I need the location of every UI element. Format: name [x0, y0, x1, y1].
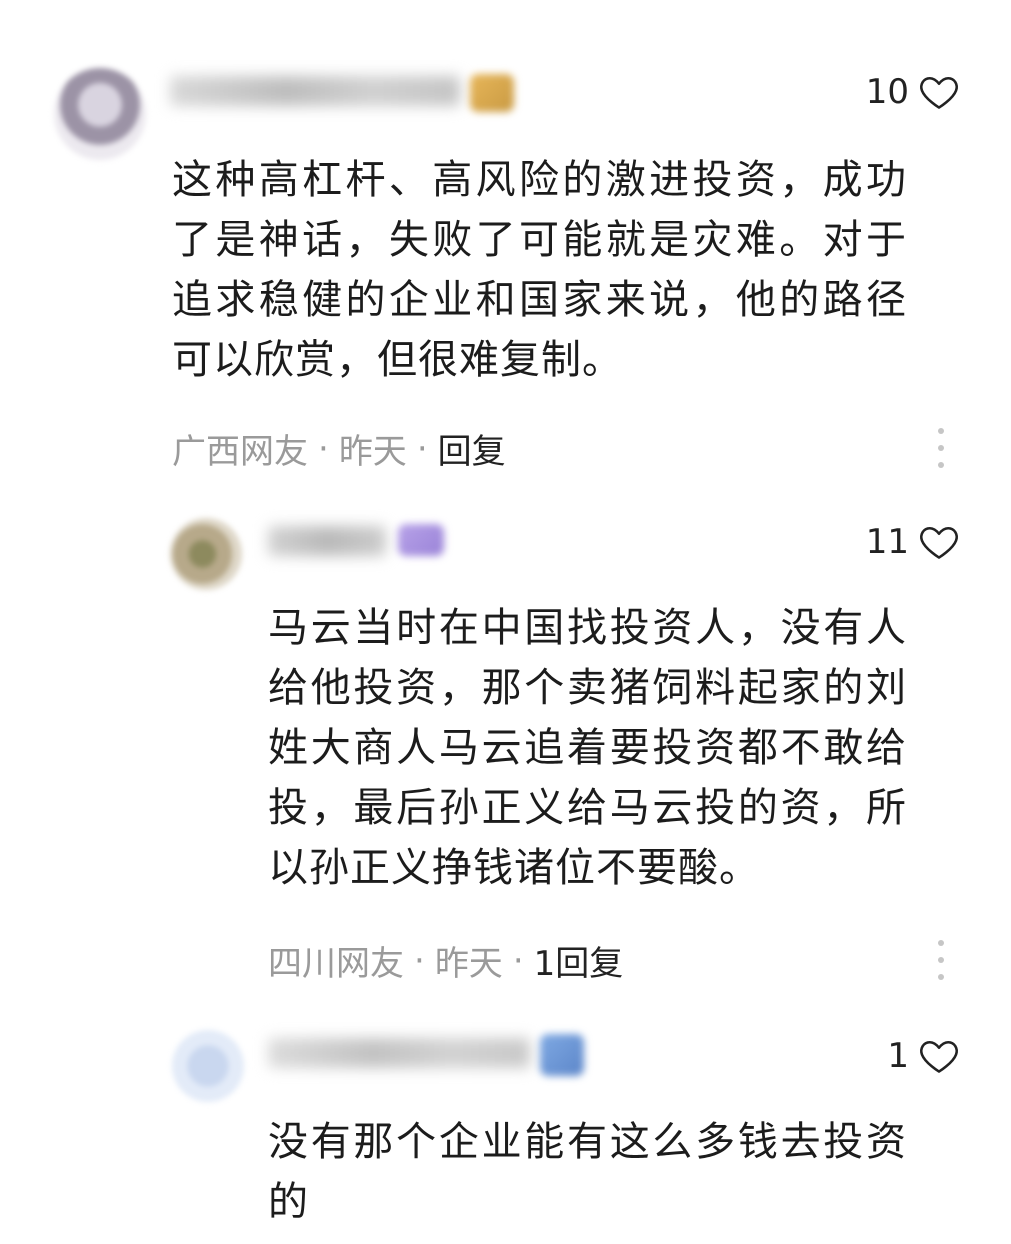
- comment-text: 没有那个企业能有这么多钱去投资的: [268, 1119, 907, 1225]
- heart-outline-icon: [920, 1040, 958, 1073]
- comment-3: 1 没有那个企业能有这么多钱去投资的: [0, 0, 1011, 1244]
- like-count: 1: [887, 1036, 909, 1076]
- username-blurred[interactable]: [268, 1038, 530, 1068]
- avatar[interactable]: [172, 1030, 244, 1102]
- user-badge-icon: [540, 1034, 584, 1076]
- like-button[interactable]: 1: [887, 1034, 961, 1078]
